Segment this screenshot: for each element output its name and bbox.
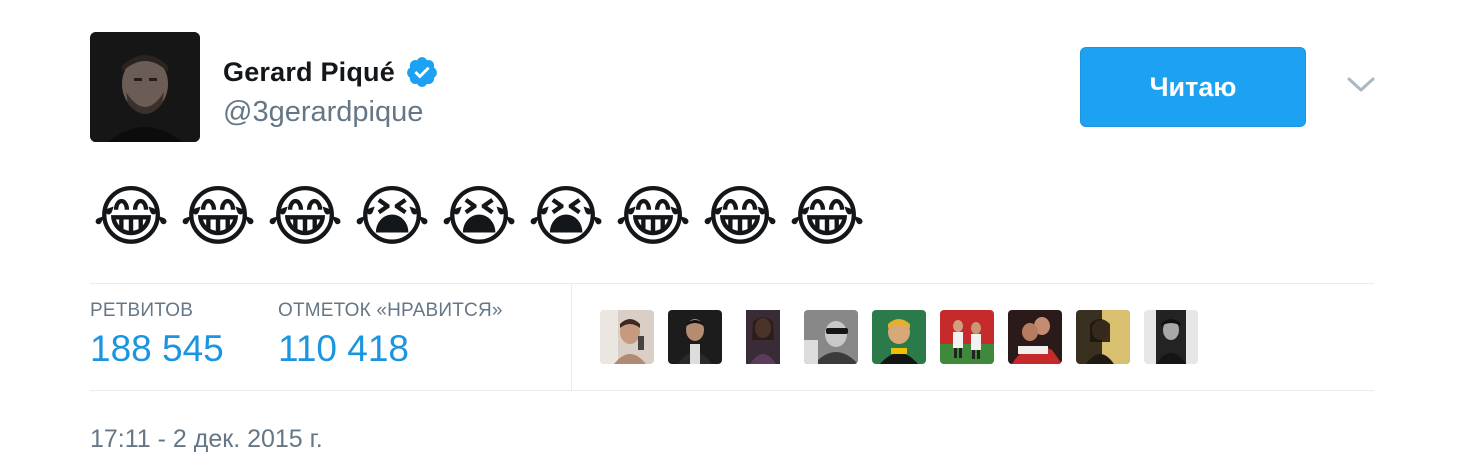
tweet-timestamp[interactable]: 17:11 - 2 дек. 2015 г. xyxy=(90,425,323,454)
tweet-card: Gerard Piqué @3gerardpique Читаю 😂 😂 😂 😭… xyxy=(90,32,1376,454)
face-with-tears-of-joy-emoji: 😂 xyxy=(614,179,692,253)
liker-avatar[interactable] xyxy=(804,310,858,364)
liker-avatar[interactable] xyxy=(872,310,926,364)
follow-button[interactable]: Читаю xyxy=(1080,47,1306,127)
liker-avatar[interactable] xyxy=(940,310,994,364)
loudly-crying-face-emoji: 😭 xyxy=(527,179,605,253)
liker-avatar[interactable] xyxy=(600,310,654,364)
avatar[interactable] xyxy=(90,32,200,142)
divider xyxy=(571,283,572,390)
liker-avatar[interactable] xyxy=(1008,310,1062,364)
display-name[interactable]: Gerard Piqué xyxy=(223,57,395,88)
liker-avatar[interactable] xyxy=(668,310,722,364)
verified-badge-icon xyxy=(407,57,437,87)
user-handle[interactable]: @3gerardpique xyxy=(223,96,423,129)
face-with-tears-of-joy-emoji: 😂 xyxy=(266,179,344,253)
user-name-row[interactable]: Gerard Piqué xyxy=(223,54,439,90)
retweets-label: РЕТВИТОВ xyxy=(90,300,194,321)
likes-stat[interactable]: ОТМЕТОК «НРАВИТСЯ» 110 418 xyxy=(278,300,503,370)
loudly-crying-face-emoji: 😭 xyxy=(353,179,431,253)
likes-count[interactable]: 110 418 xyxy=(278,328,503,370)
face-with-tears-of-joy-emoji: 😂 xyxy=(179,179,257,253)
likers-avatars xyxy=(600,310,1198,364)
liker-avatar[interactable] xyxy=(736,310,790,364)
loudly-crying-face-emoji: 😭 xyxy=(440,179,518,253)
face-with-tears-of-joy-emoji: 😂 xyxy=(788,179,866,253)
liker-avatar[interactable] xyxy=(1076,310,1130,364)
retweets-count[interactable]: 188 545 xyxy=(90,328,224,370)
divider xyxy=(90,283,1374,284)
tweet-text: 😂 😂 😂 😭 😭 😭 😂 😂 😂 xyxy=(92,175,866,257)
divider xyxy=(90,390,1374,391)
chevron-down-icon[interactable] xyxy=(1346,74,1376,96)
likes-label: ОТМЕТОК «НРАВИТСЯ» xyxy=(278,300,503,321)
liker-avatar[interactable] xyxy=(1144,310,1198,364)
retweets-stat[interactable]: РЕТВИТОВ 188 545 xyxy=(90,300,224,370)
face-with-tears-of-joy-emoji: 😂 xyxy=(701,179,779,253)
face-with-tears-of-joy-emoji: 😂 xyxy=(92,179,170,253)
